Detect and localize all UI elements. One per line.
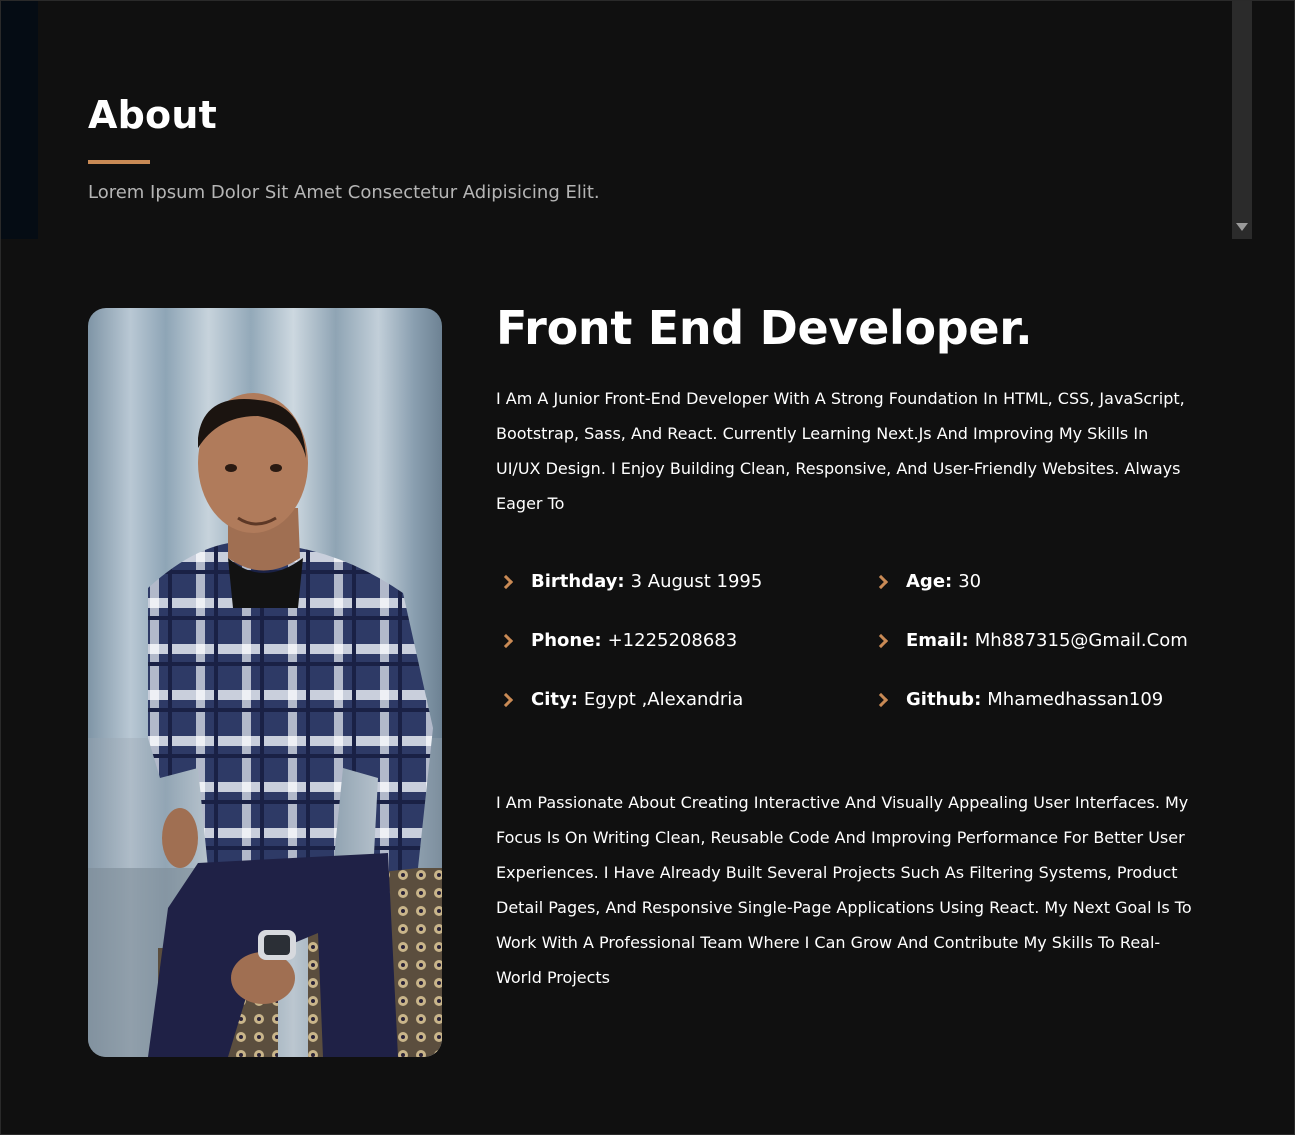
- scrollbar[interactable]: [1232, 1, 1252, 239]
- profile-details: Birthday: 3 August 1995 Age: 30 Phone: +…: [498, 563, 1201, 743]
- profile-headline: Front End Developer.: [496, 301, 1033, 355]
- chevron-right-icon: [873, 692, 889, 707]
- chevron-right-icon: [498, 633, 514, 648]
- chevron-right-icon: [498, 574, 514, 589]
- detail-age: Age: 30: [873, 571, 982, 592]
- detail-value: +1225208683: [607, 630, 738, 651]
- detail-value: Egypt ,Alexandria: [583, 689, 744, 710]
- detail-phone: Phone: +1225208683: [498, 630, 738, 651]
- about-page: About Lorem Ipsum Dolor Sit Amet Consect…: [0, 0, 1295, 1135]
- profile-bio: I Am Passionate About Creating Interacti…: [496, 793, 1192, 987]
- left-edge-panel: [1, 1, 38, 239]
- detail-label: Github:: [906, 689, 982, 710]
- section-title: About: [88, 93, 217, 137]
- detail-value: 30: [958, 571, 982, 592]
- detail-label: Birthday:: [531, 571, 625, 592]
- detail-birthday: Birthday: 3 August 1995: [498, 571, 763, 592]
- detail-city: City: Egypt ,Alexandria: [498, 689, 744, 710]
- detail-value: Mhamedhassan109: [987, 689, 1164, 710]
- title-underline: [88, 160, 150, 164]
- caret-down-icon[interactable]: [1236, 223, 1248, 231]
- chevron-right-icon: [873, 633, 889, 648]
- chevron-right-icon: [498, 692, 514, 707]
- detail-email: Email: Mh887315@Gmail.Com: [873, 630, 1188, 651]
- detail-label: City:: [531, 689, 578, 710]
- chevron-right-icon: [873, 574, 889, 589]
- detail-label: Phone:: [531, 630, 602, 651]
- section-subtitle: Lorem Ipsum Dolor Sit Amet Consectetur A…: [88, 182, 600, 203]
- detail-label: Email:: [906, 630, 969, 651]
- profile-photo: [88, 308, 442, 1057]
- detail-value: Mh887315@Gmail.Com: [974, 630, 1188, 651]
- detail-github: Github: Mhamedhassan109: [873, 689, 1164, 710]
- detail-label: Age:: [906, 571, 953, 592]
- detail-value: 3 August 1995: [630, 571, 763, 592]
- profile-intro: I Am A Junior Front-End Developer With A…: [496, 389, 1185, 513]
